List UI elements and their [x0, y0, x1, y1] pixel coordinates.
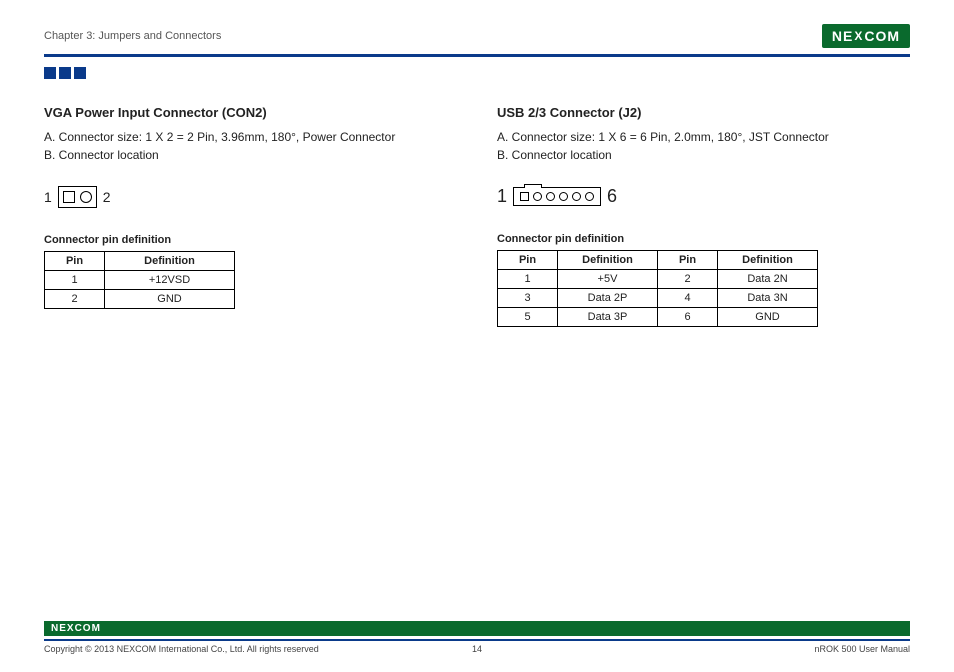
- table-row: 5Data 3P6GND: [498, 308, 818, 327]
- j2-spec-b: B. Connector location: [497, 146, 910, 164]
- manual-name: nROK 500 User Manual: [814, 644, 910, 654]
- th-pin: Pin: [658, 251, 718, 270]
- decoration-squares: [44, 67, 910, 79]
- brand-logo: NEXCOM: [822, 24, 910, 48]
- logo-part1: NE: [832, 28, 853, 44]
- logo-x: X: [854, 29, 863, 43]
- chapter-title: Chapter 3: Jumpers and Connectors: [44, 30, 221, 42]
- j2-title: USB 2/3 Connector (J2): [497, 105, 910, 120]
- j2-pin1-label: 1: [497, 186, 507, 207]
- footer-logo: NEXCOM: [44, 621, 910, 636]
- j2-pin-icon: [533, 192, 542, 201]
- con2-spec-a: A. Connector size: 1 X 2 = 2 Pin, 3.96mm…: [44, 128, 457, 146]
- j2-pin-icon: [546, 192, 555, 201]
- j2-diagram: 1 6: [497, 186, 910, 207]
- j2-pin6-label: 6: [607, 186, 617, 207]
- table-row: 2GND: [45, 290, 235, 309]
- con2-pin1-label: 1: [44, 189, 52, 205]
- j2-pin-icon: [585, 192, 594, 201]
- th-pin: Pin: [498, 251, 558, 270]
- table-row: 1+12VSD: [45, 271, 235, 290]
- j2-pin-icon: [572, 192, 581, 201]
- logo-part2: COM: [864, 28, 900, 44]
- con2-table-title: Connector pin definition: [44, 234, 457, 246]
- j2-spec-a: A. Connector size: 1 X 6 = 6 Pin, 2.0mm,…: [497, 128, 910, 146]
- j2-pin-icon: [559, 192, 568, 201]
- copyright-text: Copyright © 2013 NEXCOM International Co…: [44, 644, 319, 654]
- page-number: 14: [472, 644, 482, 654]
- j2-table-title: Connector pin definition: [497, 233, 910, 245]
- con2-pin2-label: 2: [103, 189, 111, 205]
- th-def: Definition: [558, 251, 658, 270]
- left-column: VGA Power Input Connector (CON2) A. Conn…: [44, 105, 457, 327]
- j2-table: Pin Definition Pin Definition 1+5V2Data …: [497, 250, 818, 327]
- footer-rule: [44, 639, 910, 641]
- th-def: Definition: [105, 252, 235, 271]
- j2-pin1-icon: [520, 192, 529, 201]
- th-pin: Pin: [45, 252, 105, 271]
- header-rule: [44, 54, 910, 57]
- table-row: 3Data 2P4Data 3N: [498, 289, 818, 308]
- right-column: USB 2/3 Connector (J2) A. Connector size…: [497, 105, 910, 327]
- con2-pin2-icon: [80, 191, 92, 203]
- con2-title: VGA Power Input Connector (CON2): [44, 105, 457, 120]
- con2-spec-b: B. Connector location: [44, 146, 457, 164]
- th-def: Definition: [718, 251, 818, 270]
- con2-pin1-icon: [63, 191, 75, 203]
- table-row: 1+5V2Data 2N: [498, 270, 818, 289]
- con2-diagram: 1 2: [44, 186, 457, 208]
- con2-table: PinDefinition 1+12VSD 2GND: [44, 251, 235, 309]
